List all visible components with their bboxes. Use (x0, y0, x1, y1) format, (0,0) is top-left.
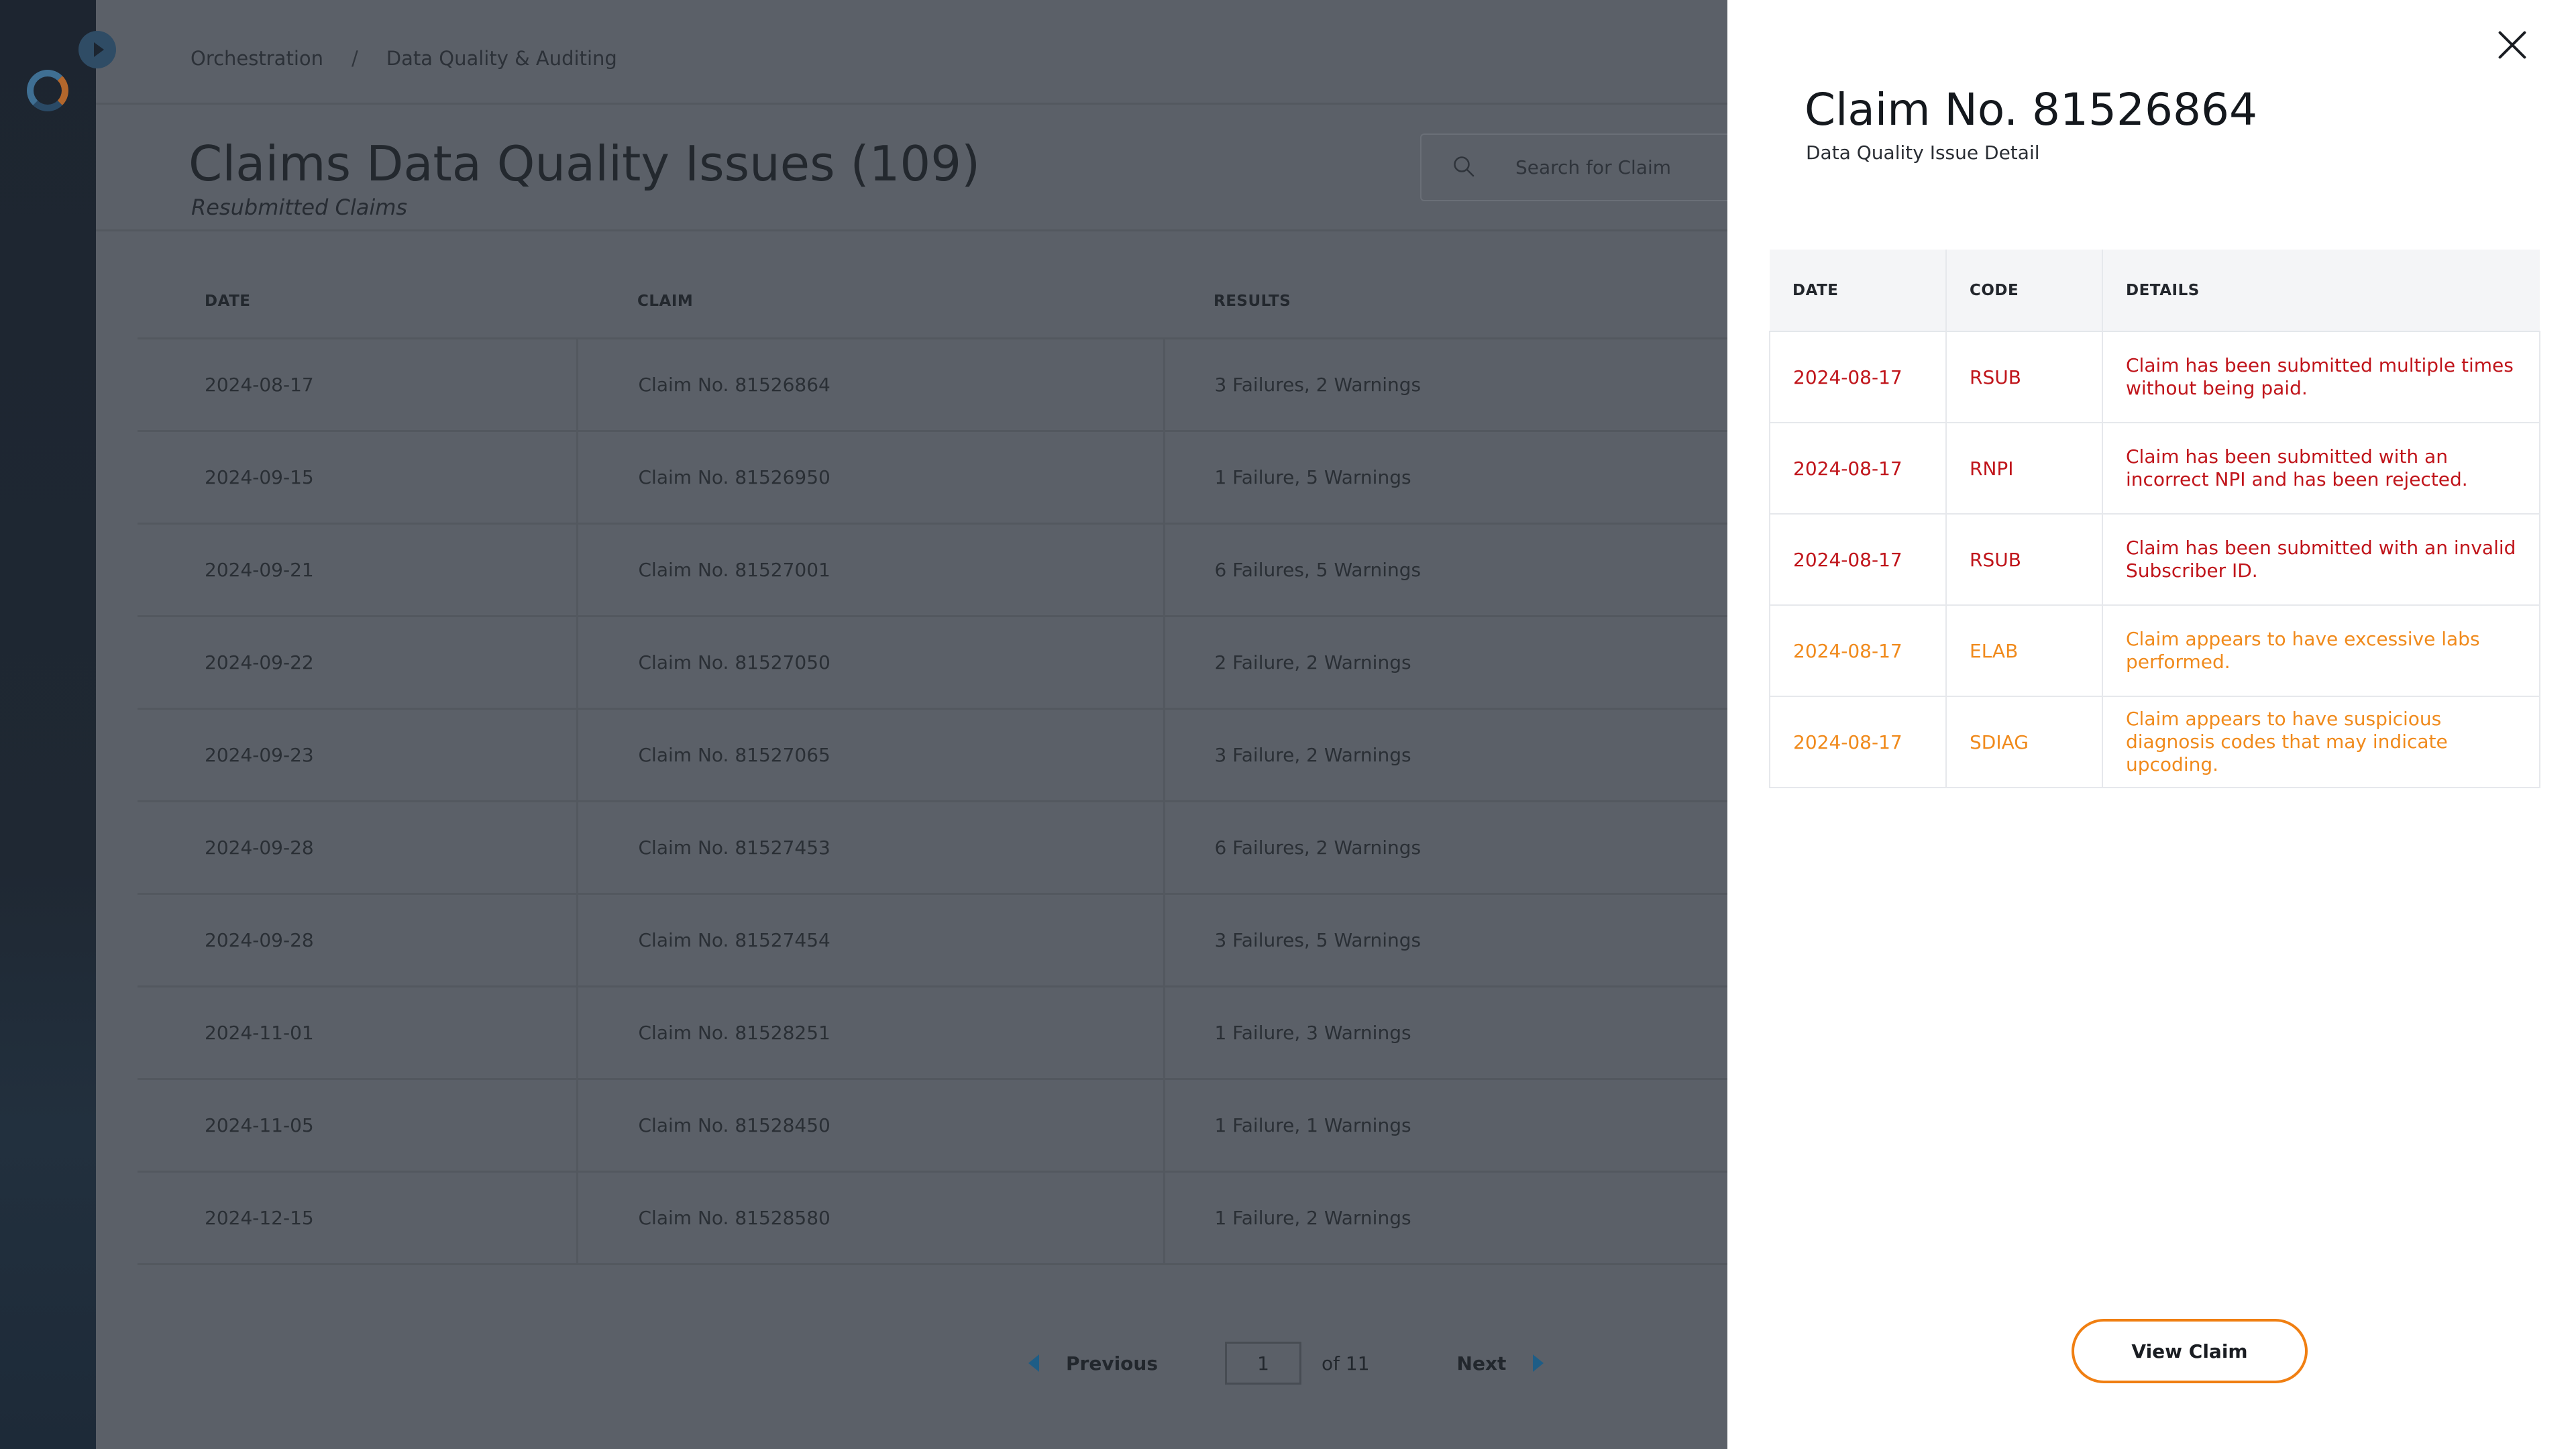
search-icon (1454, 156, 1474, 177)
issue-row: 2024-08-17 ELAB Claim appears to have ex… (1769, 605, 2540, 697)
page-number-input[interactable] (1225, 1342, 1302, 1385)
issue-row: 2024-08-17 RSUB Claim has been submitted… (1769, 514, 2540, 606)
row-claim[interactable]: Claim No. 81527453 (576, 801, 1164, 895)
row-claim[interactable]: Claim No. 81528450 (576, 1079, 1164, 1173)
main-content: Orchestration / Data Quality & Auditing … (96, 0, 1769, 1449)
subheader-divider (96, 229, 1727, 231)
header-divider (96, 103, 1727, 105)
issue-date: 2024-08-17 (1769, 514, 1946, 606)
table-row[interactable]: 2024-09-23 Claim No. 81527065 3 Failure, 2… (138, 708, 1727, 802)
issue-details: Claim has been submitted with an invalid… (2102, 514, 2540, 606)
row-results: 1 Failure, 2 Warnings (1163, 1171, 1727, 1265)
breadcrumb-orchestration[interactable]: Orchestration (191, 47, 323, 70)
table-row[interactable]: 2024-11-05 Claim No. 81528450 1 Failure, 1… (138, 1079, 1727, 1173)
search-placeholder: Search for Claim (1515, 156, 1672, 178)
table-row[interactable]: 2024-09-22 Claim No. 81527050 2 Failure, 2… (138, 616, 1727, 710)
row-results: 6 Failures, 5 Warnings (1163, 523, 1727, 617)
table-header-row: DATE CLAIM RESULTS (138, 266, 1727, 339)
row-claim[interactable]: Claim No. 81526864 (576, 338, 1164, 432)
page-title: Claims Data Quality Issues (109) (189, 136, 981, 192)
issue-date: 2024-08-17 (1769, 331, 1946, 423)
row-date: 2024-08-17 (138, 338, 577, 432)
row-results: 3 Failures, 5 Warnings (1163, 894, 1727, 987)
row-date: 2024-11-01 (138, 986, 577, 1080)
row-results: 1 Failure, 3 Warnings (1163, 986, 1727, 1080)
row-date: 2024-11-05 (138, 1079, 577, 1173)
table-row[interactable]: 2024-09-21 Claim No. 81527001 6 Failures, … (138, 523, 1727, 617)
detail-header-date: DATE (1770, 250, 1946, 332)
row-claim[interactable]: Claim No. 81527050 (576, 616, 1164, 710)
issue-code: RSUB (1945, 331, 2102, 423)
issue-details: Claim has been submitted multiple times … (2102, 331, 2540, 423)
row-date: 2024-09-22 (138, 616, 577, 710)
left-rail (0, 0, 96, 1449)
issue-row: 2024-08-17 RNPI Claim has been submitted… (1769, 423, 2540, 515)
issue-details: Claim has been submitted with an incorre… (2102, 423, 2540, 515)
row-claim[interactable]: Claim No. 81527065 (576, 708, 1164, 802)
row-date: 2024-09-28 (138, 801, 577, 895)
row-results: 2 Failure, 2 Warnings (1163, 616, 1727, 710)
page-subtitle: Resubmitted Claims (191, 195, 408, 220)
column-header-results[interactable]: RESULTS (1164, 266, 1727, 339)
issue-details: Claim appears to have excessive labs per… (2102, 605, 2540, 697)
issue-date: 2024-08-17 (1769, 423, 1946, 515)
issue-code: SDIAG (1945, 696, 2102, 788)
chevron-right-icon[interactable] (1533, 1354, 1544, 1372)
breadcrumb: Orchestration / Data Quality & Auditing (191, 47, 617, 70)
row-claim[interactable]: Claim No. 81527001 (576, 523, 1164, 617)
search-input[interactable]: Search for Claim (1420, 133, 1769, 201)
claim-detail-drawer: Claim No. 81526864 Data Quality Issue De… (1727, 0, 2576, 1449)
row-claim[interactable]: Claim No. 81527454 (576, 894, 1164, 987)
table-row[interactable]: 2024-08-17 Claim No. 81526864 3 Failures, … (138, 338, 1727, 432)
column-header-date[interactable]: DATE (138, 266, 577, 339)
next-page-button[interactable]: Next (1457, 1352, 1507, 1375)
row-claim[interactable]: Claim No. 81526950 (576, 431, 1164, 525)
row-date: 2024-09-21 (138, 523, 577, 617)
row-date: 2024-09-23 (138, 708, 577, 802)
table-row[interactable]: 2024-09-15 Claim No. 81526950 1 Failure, 5… (138, 431, 1727, 525)
view-claim-button[interactable]: View Claim (2072, 1319, 2308, 1383)
chevron-left-icon[interactable] (1028, 1354, 1039, 1372)
breadcrumb-separator: / (352, 47, 358, 70)
previous-page-button[interactable]: Previous (1066, 1352, 1158, 1375)
drawer-title: Claim No. 81526864 (1805, 84, 2257, 136)
row-date: 2024-09-28 (138, 894, 577, 987)
expand-sidebar-button[interactable] (78, 31, 116, 68)
issue-date: 2024-08-17 (1769, 696, 1946, 788)
issue-details: Claim appears to have suspicious diagnos… (2102, 696, 2540, 788)
row-claim[interactable]: Claim No. 81528580 (576, 1171, 1164, 1265)
row-results: 6 Failures, 2 Warnings (1163, 801, 1727, 895)
row-results: 1 Failure, 1 Warnings (1163, 1079, 1727, 1173)
row-date: 2024-09-15 (138, 431, 577, 525)
row-results: 1 Failure, 5 Warnings (1163, 431, 1727, 525)
claims-table: DATE CLAIM RESULTS 2024-08-17 Claim No. 8… (138, 266, 1727, 1265)
detail-header-details: DETAILS (2102, 250, 2540, 332)
table-row[interactable]: 2024-09-28 Claim No. 81527453 6 Failures, … (138, 801, 1727, 895)
issue-date: 2024-08-17 (1769, 605, 1946, 697)
pagination: Previous of 11 Next (1028, 1342, 1544, 1385)
issue-row: 2024-08-17 RSUB Claim has been submitted… (1769, 331, 2540, 423)
row-date: 2024-12-15 (138, 1171, 577, 1265)
page-count-label: of 11 (1322, 1352, 1370, 1375)
issue-detail-table: DATE CODE DETAILS 2024-08-17 RSUB Claim … (1769, 250, 2540, 788)
issue-code: ELAB (1945, 605, 2102, 697)
close-icon[interactable] (2492, 27, 2530, 64)
row-results: 3 Failure, 2 Warnings (1163, 708, 1727, 802)
detail-header-code: CODE (1945, 250, 2102, 332)
row-results: 3 Failures, 2 Warnings (1163, 338, 1727, 432)
column-header-claim[interactable]: CLAIM (577, 266, 1164, 339)
table-row[interactable]: 2024-12-15 Claim No. 81528580 1 Failure, 2… (138, 1171, 1727, 1265)
table-row[interactable]: 2024-09-28 Claim No. 81527454 3 Failures, … (138, 894, 1727, 987)
app-logo-icon[interactable] (27, 70, 68, 111)
breadcrumb-data-quality[interactable]: Data Quality & Auditing (386, 47, 617, 70)
drawer-subtitle: Data Quality Issue Detail (1806, 142, 2040, 164)
chevron-right-icon (94, 42, 104, 57)
row-claim[interactable]: Claim No. 81528251 (576, 986, 1164, 1080)
table-row[interactable]: 2024-11-01 Claim No. 81528251 1 Failure, 3… (138, 986, 1727, 1080)
issue-row: 2024-08-17 SDIAG Claim appears to have s… (1769, 696, 2540, 788)
issue-code: RSUB (1945, 514, 2102, 606)
detail-header-row: DATE CODE DETAILS (1770, 250, 2540, 332)
issue-code: RNPI (1945, 423, 2102, 515)
